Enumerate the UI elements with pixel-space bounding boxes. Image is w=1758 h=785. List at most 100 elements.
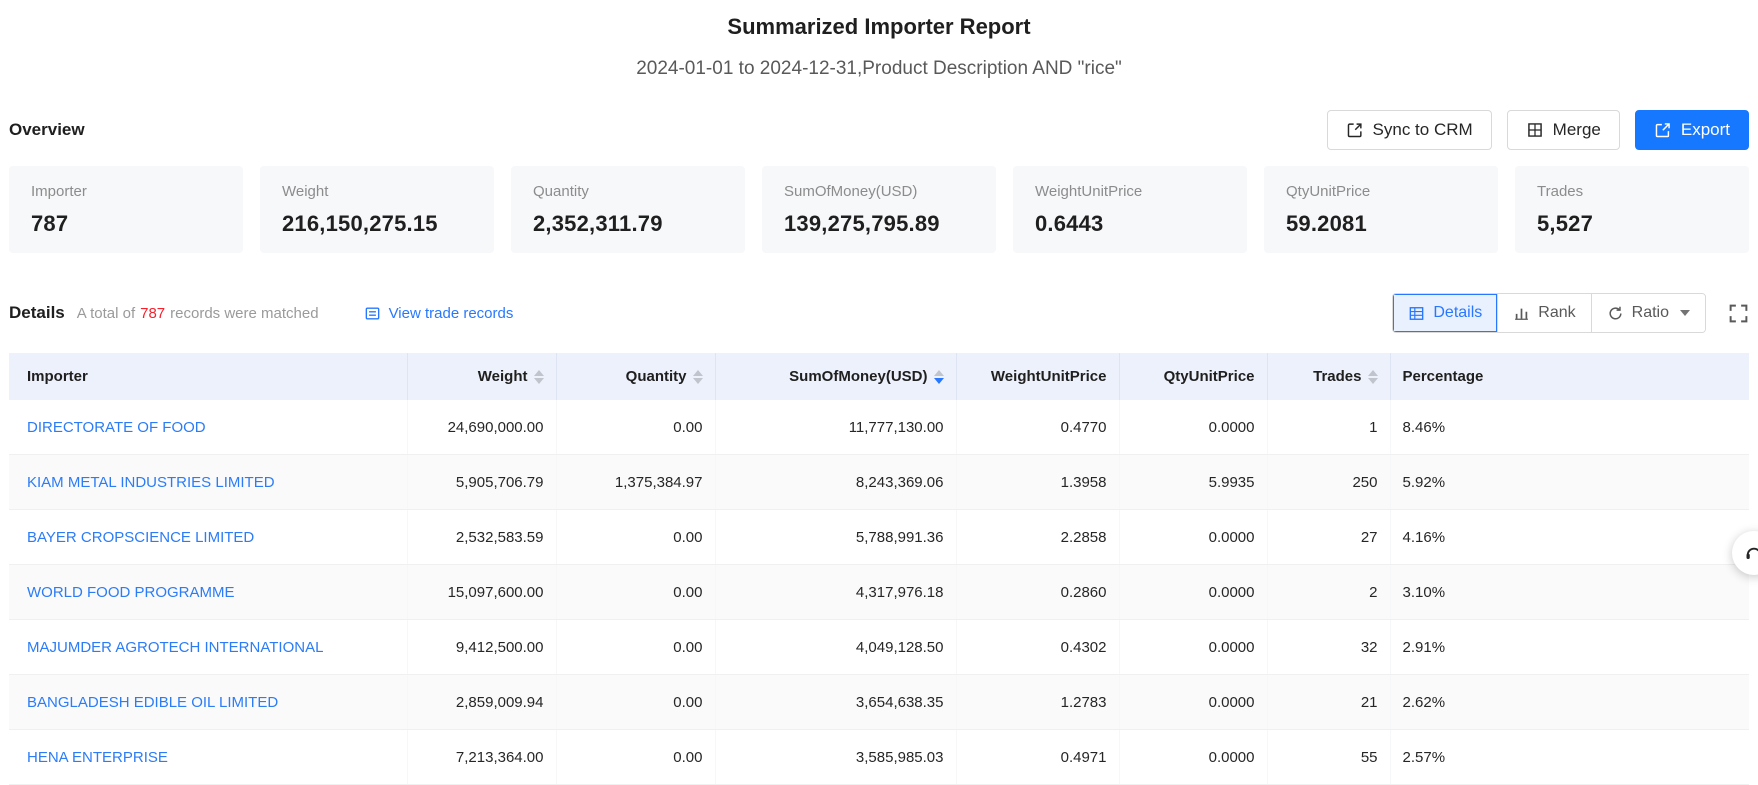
col-header-weight-unit-price: WeightUnitPrice [956, 353, 1119, 400]
quantity-cell: 0.00 [556, 675, 715, 730]
sync-icon [1346, 121, 1364, 139]
stat-card-weight: Weight 216,150,275.15 [260, 166, 494, 253]
col-header-qty-unit-price: QtyUnitPrice [1119, 353, 1267, 400]
percentage-cell: 4.16% [1390, 510, 1749, 565]
tab-details-label: Details [1433, 304, 1482, 322]
stat-card-qty-unit-price: QtyUnitPrice 59.2081 [1264, 166, 1498, 253]
importer-link[interactable]: BANGLADESH EDIBLE OIL LIMITED [27, 694, 278, 711]
tab-rank-label: Rank [1538, 304, 1575, 322]
trades-cell: 32 [1267, 620, 1390, 675]
export-icon [1654, 121, 1672, 139]
sum-of-money-cell: 3,654,638.35 [715, 675, 956, 730]
trades-cell: 27 [1267, 510, 1390, 565]
percentage-cell: 3.10% [1390, 565, 1749, 620]
sort-icon[interactable] [693, 370, 703, 384]
col-header-trades-label: Trades [1313, 368, 1361, 385]
trades-cell: 2 [1267, 565, 1390, 620]
overview-heading: Overview [9, 120, 85, 140]
stat-value: 787 [31, 211, 221, 237]
quantity-cell: 0.00 [556, 510, 715, 565]
view-trade-records-link[interactable]: View trade records [364, 305, 514, 322]
details-heading: Details [9, 303, 65, 323]
view-switcher: Details Rank Ratio [1392, 293, 1706, 333]
tab-ratio-view[interactable]: Ratio [1592, 294, 1705, 332]
percentage-cell: 2.57% [1390, 730, 1749, 785]
col-header-quantity[interactable]: Quantity [556, 353, 715, 400]
weight-cell: 7,213,364.00 [407, 730, 556, 785]
sort-icon[interactable] [534, 370, 544, 384]
importer-link[interactable]: KIAM METAL INDUSTRIES LIMITED [27, 474, 275, 491]
sum-of-money-cell: 4,317,976.18 [715, 565, 956, 620]
weight-cell: 24,690,000.00 [407, 400, 556, 455]
table-row: HENA ENTERPRISE 7,213,364.00 0.00 3,585,… [9, 730, 1749, 785]
qty-unit-price-cell: 0.0000 [1119, 620, 1267, 675]
table-row: BAYER CROPSCIENCE LIMITED 2,532,583.59 0… [9, 510, 1749, 565]
quantity-cell: 0.00 [556, 400, 715, 455]
matched-prefix: A total of [77, 305, 135, 322]
weight-cell: 15,097,600.00 [407, 565, 556, 620]
trade-records-icon [364, 305, 381, 322]
col-header-percentage: Percentage [1390, 353, 1749, 400]
percentage-cell: 2.91% [1390, 620, 1749, 675]
stat-card-weight-unit-price: WeightUnitPrice 0.6443 [1013, 166, 1247, 253]
weight-cell: 5,905,706.79 [407, 455, 556, 510]
page-subtitle: 2024-01-01 to 2024-12-31,Product Descrip… [9, 58, 1749, 80]
importer-link[interactable]: MAJUMDER AGROTECH INTERNATIONAL [27, 639, 323, 656]
col-header-qty-unit-price-label: QtyUnitPrice [1164, 368, 1255, 385]
qty-unit-price-cell: 0.0000 [1119, 510, 1267, 565]
tab-details-view[interactable]: Details [1393, 294, 1498, 332]
sum-of-money-cell: 11,777,130.00 [715, 400, 956, 455]
weight-unit-price-cell: 0.4770 [956, 400, 1119, 455]
overview-stats: Importer 787 Weight 216,150,275.15 Quant… [9, 166, 1749, 253]
page-title: Summarized Importer Report [9, 0, 1749, 40]
stat-label: SumOfMoney(USD) [784, 183, 974, 200]
merge-button[interactable]: Merge [1507, 110, 1620, 150]
trades-cell: 55 [1267, 730, 1390, 785]
stat-value: 2,352,311.79 [533, 211, 723, 237]
sync-to-crm-button[interactable]: Sync to CRM [1327, 110, 1492, 150]
trades-cell: 21 [1267, 675, 1390, 730]
weight-unit-price-cell: 0.2860 [956, 565, 1119, 620]
col-header-sum-of-money[interactable]: SumOfMoney(USD) [715, 353, 956, 400]
qty-unit-price-cell: 5.9935 [1119, 455, 1267, 510]
stat-card-trades: Trades 5,527 [1515, 166, 1749, 253]
qty-unit-price-cell: 0.0000 [1119, 565, 1267, 620]
col-header-weight[interactable]: Weight [407, 353, 556, 400]
percentage-cell: 2.62% [1390, 675, 1749, 730]
col-header-importer-label: Importer [27, 368, 88, 385]
overview-actions: Sync to CRM Merge Export [1327, 110, 1749, 150]
table-grid-icon [1408, 305, 1425, 322]
sum-of-money-cell: 5,788,991.36 [715, 510, 956, 565]
weight-unit-price-cell: 1.2783 [956, 675, 1119, 730]
sort-icon[interactable] [1368, 370, 1378, 384]
summarized-importer-report-page: Summarized Importer Report 2024-01-01 to… [0, 0, 1758, 785]
weight-unit-price-cell: 2.2858 [956, 510, 1119, 565]
rank-chart-icon [1513, 305, 1530, 322]
stat-label: WeightUnitPrice [1035, 183, 1225, 200]
sync-button-label: Sync to CRM [1373, 120, 1473, 140]
importer-link[interactable]: HENA ENTERPRISE [27, 749, 168, 766]
stat-label: Importer [31, 183, 221, 200]
sort-icon[interactable] [934, 370, 944, 384]
merge-button-label: Merge [1553, 120, 1601, 140]
weight-unit-price-cell: 0.4971 [956, 730, 1119, 785]
percentage-cell: 5.92% [1390, 455, 1749, 510]
stat-value: 5,527 [1537, 211, 1727, 237]
fullscreen-button[interactable] [1728, 303, 1749, 324]
export-button[interactable]: Export [1635, 110, 1749, 150]
stat-card-importer: Importer 787 [9, 166, 243, 253]
stat-label: Trades [1537, 183, 1727, 200]
col-header-weight-label: Weight [478, 368, 528, 385]
importer-link[interactable]: DIRECTORATE OF FOOD [27, 419, 206, 436]
col-header-quantity-label: Quantity [626, 368, 687, 385]
stat-label: Weight [282, 183, 472, 200]
col-header-trades[interactable]: Trades [1267, 353, 1390, 400]
stat-label: QtyUnitPrice [1286, 183, 1476, 200]
percentage-cell: 8.46% [1390, 400, 1749, 455]
headset-icon [1744, 543, 1758, 563]
importer-link[interactable]: BAYER CROPSCIENCE LIMITED [27, 529, 254, 546]
importer-link[interactable]: WORLD FOOD PROGRAMME [27, 584, 235, 601]
tab-rank-view[interactable]: Rank [1498, 294, 1591, 332]
stat-value: 59.2081 [1286, 211, 1476, 237]
trades-cell: 1 [1267, 400, 1390, 455]
